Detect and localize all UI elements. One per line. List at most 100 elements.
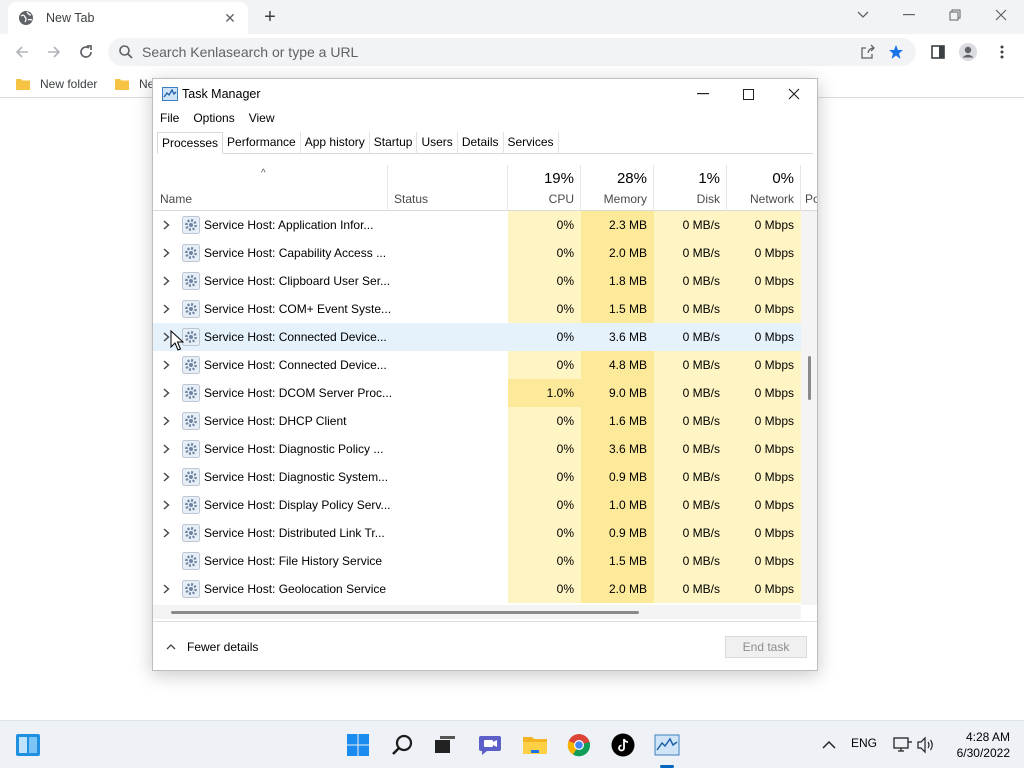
column-network[interactable]: 0% Network [727,165,801,211]
process-row[interactable]: Service Host: Display Policy Serv... 0% 1.… [153,491,801,519]
chevron-up-icon[interactable] [816,732,842,758]
widgets-icon[interactable] [15,732,41,758]
expand-chevron-icon[interactable] [160,414,172,428]
bookmark-folder[interactable]: New folder [16,75,97,93]
sort-up-icon: ^ [261,168,266,179]
process-row[interactable]: Service Host: Distributed Link Tr... 0% 0.… [153,519,801,547]
process-row[interactable]: Service Host: Application Infor... 0% 2.3 … [153,211,801,239]
new-tab-button[interactable]: + [258,5,282,29]
process-row[interactable]: Service Host: DCOM Server Proc... 1.0% 9.0… [153,379,801,407]
expand-chevron-icon[interactable] [160,470,172,484]
process-name: Service Host: Clipboard User Ser... [204,274,391,288]
column-name[interactable]: ^ Name [153,165,388,211]
process-row[interactable]: Service Host: Geolocation Service 0% 2.0 M… [153,575,801,603]
expand-chevron-icon[interactable] [160,442,172,456]
clock-time: 4:28 AM [965,730,1010,744]
tab-app-history[interactable]: App history [301,132,370,154]
task-manager-taskbar-icon[interactable] [654,732,680,758]
horizontal-scrollbar[interactable] [153,605,801,619]
bookmark-star-icon[interactable] [888,44,904,60]
process-row[interactable]: Service Host: Connected Device... 0% 3.6 M… [153,323,801,351]
chrome-browser-icon[interactable] [566,732,592,758]
column-cpu[interactable]: 19% CPU [508,165,581,211]
expand-chevron-icon[interactable] [160,274,172,288]
tab-performance[interactable]: Performance [223,132,301,154]
menu-view[interactable]: View [242,109,282,129]
tm-minimize-icon[interactable] [680,79,726,109]
vertical-scroll-thumb[interactable] [808,356,811,400]
process-row[interactable]: Service Host: COM+ Event Syste... 0% 1.5 M… [153,295,801,323]
close-icon[interactable] [978,0,1024,30]
chat-icon[interactable] [477,732,503,758]
tab-processes[interactable]: Processes [157,132,224,154]
tab-search-chevron-icon[interactable] [840,0,886,30]
process-row[interactable]: Service Host: Clipboard User Ser... 0% 1.8… [153,267,801,295]
task-manager-titlebar[interactable]: Task Manager [153,79,817,109]
tiktok-icon[interactable] [610,732,636,758]
memory-cell: 1.8 MB [581,267,654,295]
bookmark-folder[interactable]: Ne [115,75,154,93]
memory-cell: 1.5 MB [581,295,654,323]
cpu-cell: 0% [508,351,581,379]
service-gear-icon [182,328,200,346]
minimize-icon[interactable] [886,0,932,30]
column-memory[interactable]: 28% Memory [581,165,654,211]
column-disk[interactable]: 1% Disk [654,165,727,211]
profile-avatar-icon[interactable] [958,42,978,62]
expand-chevron-icon[interactable] [160,526,172,540]
horizontal-scroll-thumb[interactable] [171,611,639,614]
task-view-icon[interactable] [432,732,458,758]
share-icon[interactable] [860,44,876,60]
address-bar[interactable] [108,38,916,66]
expand-chevron-icon[interactable] [160,246,172,260]
process-row[interactable]: Service Host: Diagnostic Policy ... 0% 3.6… [153,435,801,463]
vertical-scrollbar[interactable] [801,211,817,605]
tab-startup[interactable]: Startup [370,132,418,154]
tab-close-icon[interactable]: ✕ [222,10,238,26]
tab-services[interactable]: Services [504,132,559,154]
expand-chevron-icon[interactable] [160,302,172,316]
system-clock[interactable]: 4:28 AM 6/30/2022 [940,729,1010,761]
cpu-cell: 0% [508,519,581,547]
language-indicator[interactable]: ENG [851,736,877,750]
tab-users[interactable]: Users [417,132,458,154]
address-input[interactable] [142,44,860,60]
expand-chevron-icon[interactable] [160,498,172,512]
process-row[interactable]: Service Host: DHCP Client 0% 1.6 MB 0 MB/s 0… [153,407,801,435]
process-row[interactable]: Service Host: Diagnostic System... 0% 0.9 … [153,463,801,491]
expand-chevron-icon[interactable] [160,218,172,232]
file-explorer-icon[interactable] [522,732,548,758]
process-row[interactable]: Service Host: Capability Access ... 0% 2.0… [153,239,801,267]
disk-cell: 0 MB/s [654,463,727,491]
more-menu-icon[interactable] [992,42,1012,62]
cpu-cell: 0% [508,211,581,239]
disk-cell: 0 MB/s [654,295,727,323]
tab-details[interactable]: Details [458,132,504,154]
column-power-partial[interactable]: Po [801,165,817,211]
tm-maximize-icon[interactable] [725,79,771,109]
process-name: Service Host: Diagnostic Policy ... [204,442,384,456]
browser-tab[interactable]: New Tab ✕ [8,2,248,34]
back-arrow-icon[interactable] [10,40,34,64]
process-row[interactable]: Service Host: Connected Device... 0% 4.8 M… [153,351,801,379]
restore-icon[interactable] [932,0,978,30]
side-panel-icon[interactable] [928,42,948,62]
cpu-cell: 0% [508,575,581,603]
search-icon[interactable] [390,732,416,758]
reload-icon[interactable] [74,40,98,64]
start-windows-icon[interactable] [345,732,371,758]
menu-file[interactable]: File [153,109,186,129]
forward-arrow-icon[interactable] [42,40,66,64]
expand-chevron-icon[interactable] [160,358,172,372]
expand-chevron-icon[interactable] [160,582,172,596]
tm-close-icon[interactable] [771,79,817,109]
expand-chevron-icon[interactable] [160,386,172,400]
volume-icon[interactable] [913,732,939,758]
tab-title: New Tab [46,11,95,25]
process-row[interactable]: Service Host: File History Service 0% 1.5 … [153,547,801,575]
end-task-button[interactable]: End task [725,636,807,658]
column-status[interactable]: Status [388,165,508,211]
menu-options[interactable]: Options [186,109,241,129]
memory-cell: 1.6 MB [581,407,654,435]
fewer-details-button[interactable]: Fewer details [165,640,258,654]
